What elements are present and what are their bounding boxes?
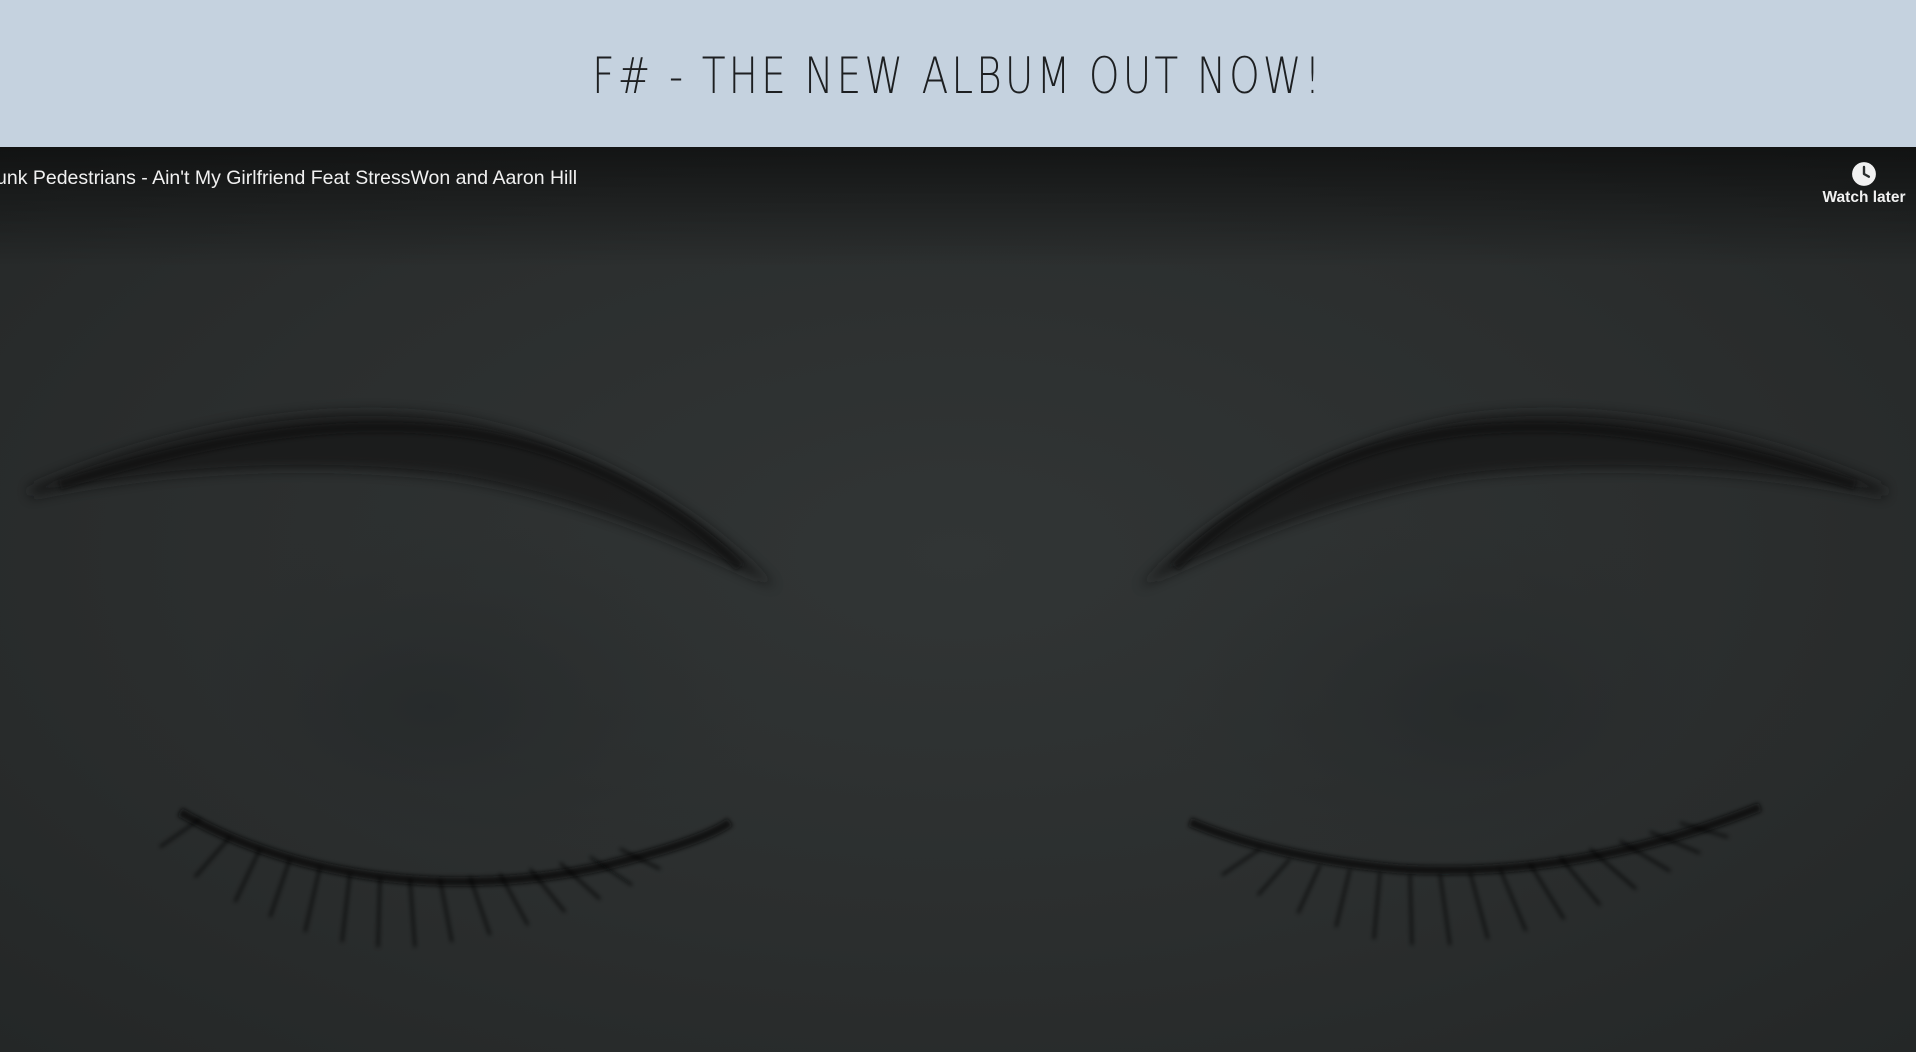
video-title[interactable]: unk Pedestrians - Ain't My Girlfriend Fe… bbox=[0, 167, 577, 190]
video-player[interactable]: unk Pedestrians - Ain't My Girlfriend Fe… bbox=[0, 147, 1916, 1052]
video-thumbnail bbox=[30, 411, 1885, 948]
watch-later-button[interactable]: Watch later bbox=[1816, 161, 1912, 207]
watch-later-label: Watch later bbox=[1822, 189, 1906, 206]
clock-icon bbox=[1852, 162, 1876, 186]
video-top-shade bbox=[0, 147, 1916, 267]
banner-title: F# - THE NEW ALBUM OUT NOW! bbox=[592, 46, 1324, 105]
promo-banner: F# - THE NEW ALBUM OUT NOW! bbox=[0, 0, 1916, 147]
